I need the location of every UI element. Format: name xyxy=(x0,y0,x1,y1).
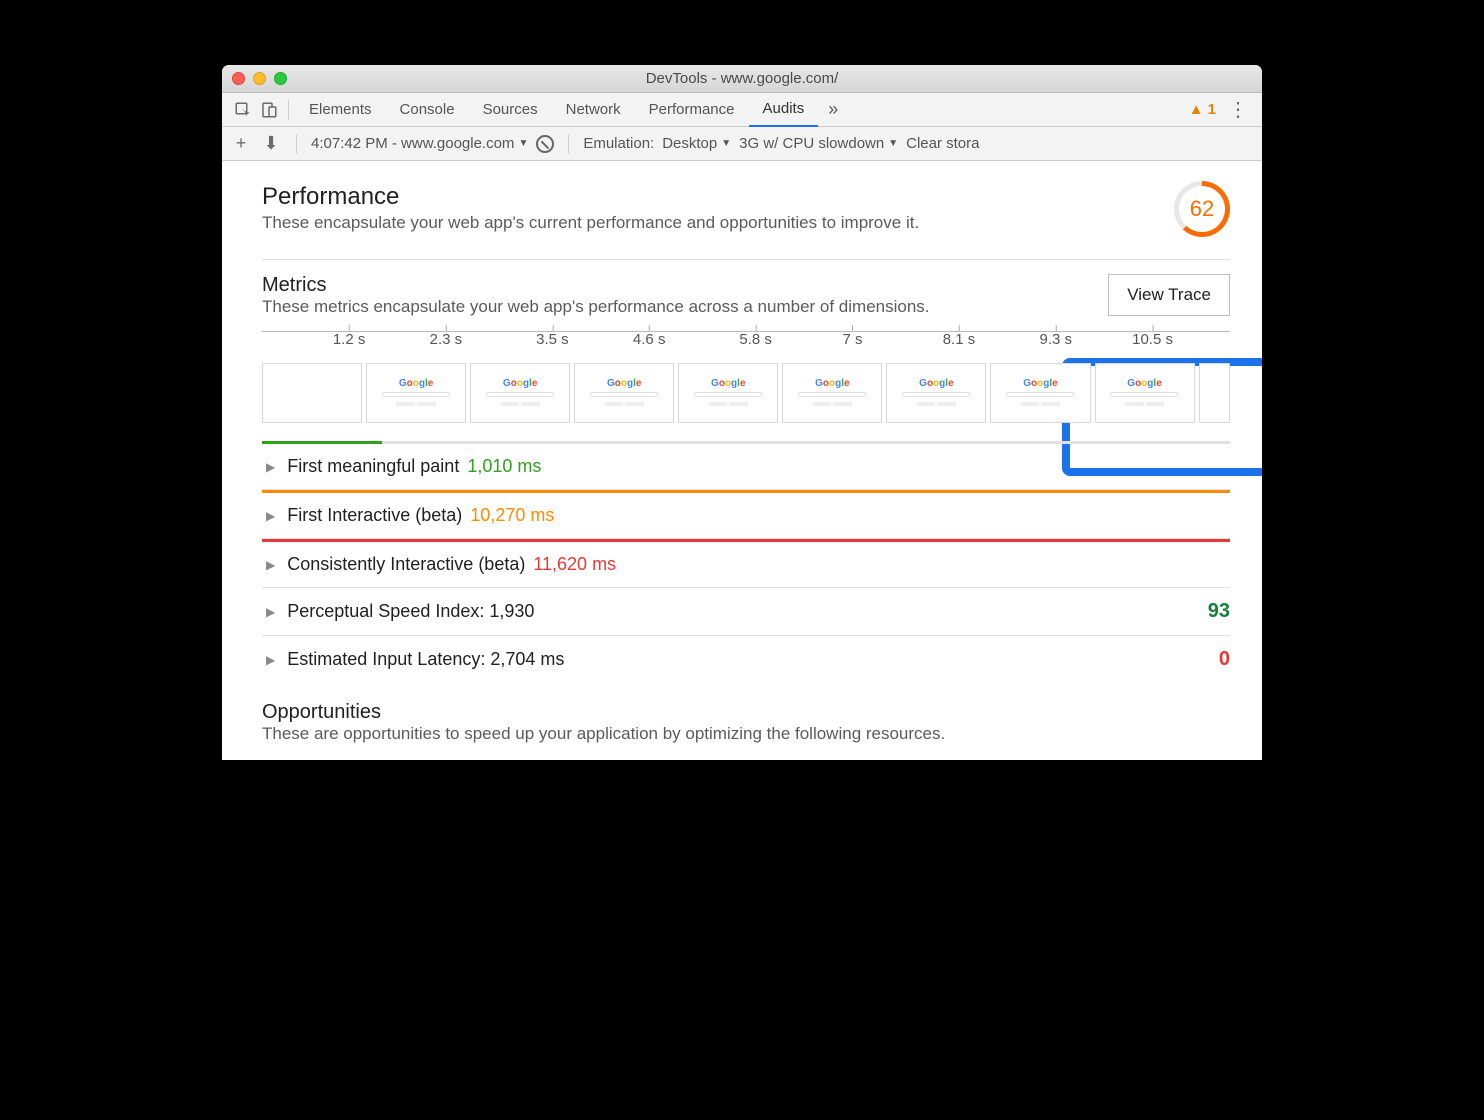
emulation-device-label: Desktop xyxy=(662,135,717,152)
metric-value: 1,010 ms xyxy=(467,456,541,477)
metric-row-first-interactive[interactable]: ▶ First Interactive (beta) 10,270 ms xyxy=(262,490,1230,539)
metric-label: First Interactive (beta) xyxy=(287,505,462,526)
audit-content: Performance These encapsulate your web a… xyxy=(222,161,1262,760)
expand-icon: ▶ xyxy=(266,460,275,474)
filmstrip-frame[interactable]: Google xyxy=(1095,363,1195,423)
metric-row-consistently-interactive[interactable]: ▶ Consistently Interactive (beta) 11,620… xyxy=(262,539,1230,588)
tab-elements[interactable]: Elements xyxy=(295,93,386,127)
timeline-tick: 10.5 s xyxy=(1132,331,1173,348)
view-trace-button[interactable]: View Trace xyxy=(1108,274,1230,316)
tab-network[interactable]: Network xyxy=(552,93,635,127)
timeline-tick: 8.1 s xyxy=(943,331,976,348)
filmstrip-frame[interactable] xyxy=(262,363,362,423)
filmstrip-frame[interactable]: Google xyxy=(366,363,466,423)
metric-row-psi[interactable]: ▶ Perceptual Speed Index: 1,930 93 xyxy=(262,588,1230,636)
metric-label: Consistently Interactive (beta) xyxy=(287,554,525,575)
clear-storage-toggle[interactable]: Clear stora xyxy=(906,135,979,152)
report-selector-label: 4:07:42 PM - www.google.com xyxy=(311,135,514,152)
filmstrip-frame[interactable]: Google xyxy=(470,363,570,423)
expand-icon: ▶ xyxy=(266,558,275,572)
metric-label: Perceptual Speed Index: 1,930 xyxy=(287,601,534,622)
titlebar: DevTools - www.google.com/ xyxy=(222,65,1262,93)
opportunities-section: Opportunities These are opportunities to… xyxy=(262,701,1230,744)
caret-down-icon: ▼ xyxy=(888,138,898,149)
performance-title: Performance xyxy=(262,183,919,211)
warning-icon: ▲ xyxy=(1189,101,1204,118)
device-toolbar-icon[interactable] xyxy=(256,101,282,119)
tab-console[interactable]: Console xyxy=(386,93,469,127)
throttle-selector[interactable]: 3G w/ CPU slowdown ▼ xyxy=(739,135,898,152)
tab-performance[interactable]: Performance xyxy=(635,93,749,127)
new-audit-button[interactable]: + xyxy=(230,133,252,154)
divider xyxy=(296,134,297,154)
inspect-element-icon[interactable] xyxy=(230,101,256,119)
timeline-tick: 3.5 s xyxy=(536,331,569,348)
window-title: DevTools - www.google.com/ xyxy=(222,70,1262,87)
audits-toolbar: + ⬇ 4:07:42 PM - www.google.com ▼ Emulat… xyxy=(222,127,1262,161)
timeline-tick: 2.3 s xyxy=(430,331,463,348)
tab-audits[interactable]: Audits xyxy=(749,93,819,127)
metric-label: First meaningful paint xyxy=(287,456,459,477)
throttle-label: 3G w/ CPU slowdown xyxy=(739,135,884,152)
expand-icon: ▶ xyxy=(266,653,275,667)
filmstrip-frame[interactable]: Google xyxy=(886,363,986,423)
download-report-button[interactable]: ⬇ xyxy=(260,133,282,154)
emulation-device-selector[interactable]: Desktop ▼ xyxy=(662,135,731,152)
filmstrip-frame[interactable] xyxy=(1199,363,1230,423)
metrics-title: Metrics xyxy=(262,274,930,297)
metrics-section-header: Metrics These metrics encapsulate your w… xyxy=(262,274,1230,317)
metric-row-fmp[interactable]: ▶ First meaningful paint 1,010 ms xyxy=(262,444,1230,490)
metric-score: 93 xyxy=(1208,600,1230,623)
timeline-tick: 5.8 s xyxy=(739,331,772,348)
filmstrip-frame[interactable]: Google xyxy=(782,363,882,423)
caret-down-icon: ▼ xyxy=(721,138,731,149)
metrics-subtitle: These metrics encapsulate your web app's… xyxy=(262,297,930,317)
filmstrip-frame[interactable]: Google xyxy=(574,363,674,423)
divider xyxy=(262,259,1230,260)
performance-subtitle: These encapsulate your web app's current… xyxy=(262,213,919,233)
opportunities-title: Opportunities xyxy=(262,701,1230,724)
performance-section-header: Performance These encapsulate your web a… xyxy=(262,183,1230,239)
performance-score-value: 62 xyxy=(1179,186,1225,232)
warning-badge[interactable]: ▲ 1 xyxy=(1189,101,1216,118)
tab-overflow-button[interactable]: » xyxy=(818,99,848,120)
divider xyxy=(568,134,569,154)
filmstrip-frames: Google Google Google Google Google Googl… xyxy=(262,363,1230,423)
metric-row-eil[interactable]: ▶ Estimated Input Latency: 2,704 ms 0 xyxy=(262,636,1230,683)
opportunities-subtitle: These are opportunities to speed up your… xyxy=(262,724,1230,744)
tab-sources[interactable]: Sources xyxy=(469,93,552,127)
warning-count: 1 xyxy=(1208,101,1216,118)
emulation-label: Emulation: xyxy=(583,135,654,152)
timeline-tick: 4.6 s xyxy=(633,331,666,348)
metric-value: 11,620 ms xyxy=(533,554,616,575)
timeline-tick: 7 s xyxy=(842,331,862,348)
filmstrip-timeline: 1.2 s 2.3 s 3.5 s 4.6 s 5.8 s 7 s 8.1 s … xyxy=(262,331,1230,359)
devtools-window: DevTools - www.google.com/ Elements Cons… xyxy=(222,65,1262,760)
performance-score-gauge: 62 xyxy=(1174,181,1230,237)
timeline-tick: 9.3 s xyxy=(1039,331,1072,348)
filmstrip-frame[interactable]: Google xyxy=(990,363,1090,423)
clear-report-icon[interactable] xyxy=(536,135,554,153)
expand-icon: ▶ xyxy=(266,509,275,523)
devtools-tabbar: Elements Console Sources Network Perform… xyxy=(222,93,1262,127)
metric-label: Estimated Input Latency: 2,704 ms xyxy=(287,649,564,670)
filmstrip-frame[interactable]: Google xyxy=(678,363,778,423)
report-selector[interactable]: 4:07:42 PM - www.google.com ▼ xyxy=(311,135,528,152)
caret-down-icon: ▼ xyxy=(518,138,528,149)
timeline-tick: 1.2 s xyxy=(333,331,366,348)
metric-score: 0 xyxy=(1219,648,1230,671)
expand-icon: ▶ xyxy=(266,605,275,619)
divider xyxy=(288,100,289,120)
metric-value: 10,270 ms xyxy=(470,505,554,526)
settings-menu-icon[interactable]: ⋮ xyxy=(1222,97,1254,122)
